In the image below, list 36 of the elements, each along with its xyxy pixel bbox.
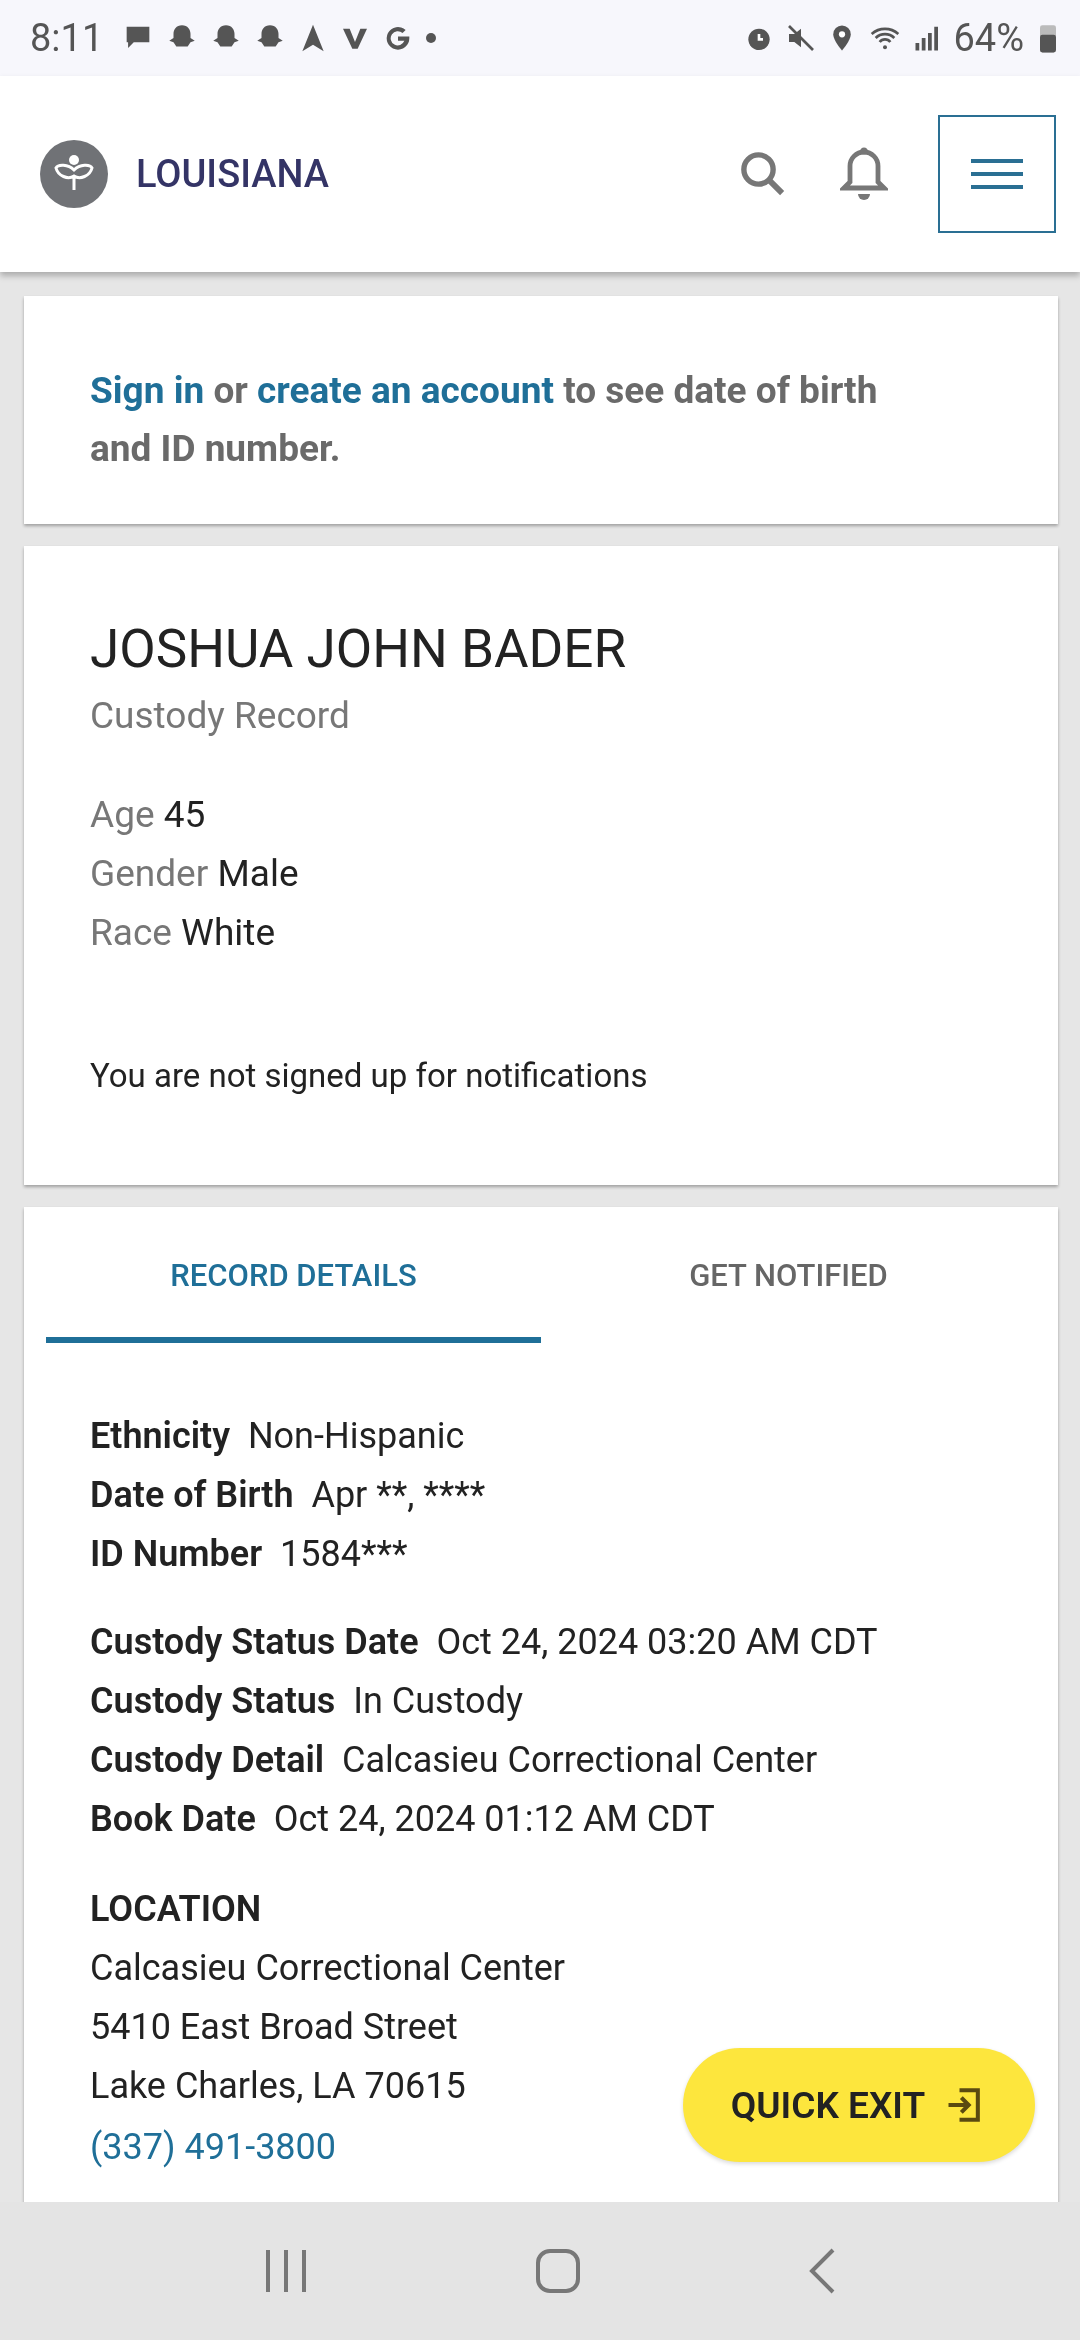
address-line: Lake Charles, LA 70615 [90, 2065, 466, 2107]
detail-row-text: Custody Status In Custody [90, 1680, 524, 1722]
clock-time: 8:11 [30, 16, 104, 60]
home-icon[interactable] [535, 2248, 581, 2294]
record-type: Custody Record [90, 694, 351, 737]
create-account-link[interactable]: create an account [257, 369, 554, 412]
quick-exit-button[interactable]: QUICK EXIT [683, 2048, 1035, 2162]
sign-in-notice: Sign in or create an account to see date of birth and ID number. [90, 368, 879, 472]
detail-row-text: Custody Detail Calcasieu Correctional Center [90, 1739, 819, 1781]
recent-apps-icon[interactable] [263, 2248, 308, 2294]
battery-icon [1038, 22, 1058, 54]
menu-icon [971, 158, 1023, 190]
dot-icon [425, 32, 438, 44]
tab[interactable]: RECORD DETAILS [46, 1207, 541, 1343]
person-name: JOSHUA JOHN BADER [90, 618, 628, 680]
person-fact: Race White [90, 911, 277, 954]
address-line: Calcasieu Correctional Center [90, 1947, 566, 1989]
sign-in-link[interactable]: Sign in [90, 369, 205, 412]
tab[interactable]: GET NOTIFIED [541, 1207, 1036, 1343]
detail-row-text: Book Date Oct 24, 2024 01:12 AM CDT [90, 1798, 716, 1840]
phone-link[interactable]: (337) 491-3800 [90, 2126, 337, 2168]
notification-status: You are not signed up for notifications [90, 1056, 649, 1095]
person-fact: Age 45 [90, 793, 207, 836]
detail-row-text: Ethnicity Non-Hispanic [90, 1415, 466, 1457]
detail-row-text: ID Number 1584*** [90, 1533, 409, 1575]
battery-percent: 64% [953, 16, 1024, 60]
address-line: 5410 East Broad Street [90, 2006, 458, 2048]
person-fact: Gender Male [90, 852, 300, 895]
detail-row-text: Date of Birth Apr **, **** [90, 1474, 487, 1516]
detail-row-text: Custody Status Date Oct 24, 2024 03:20 AM CDT [90, 1621, 879, 1663]
bell-icon[interactable] [840, 145, 888, 203]
brand-name[interactable]: LOUISIANA [136, 152, 329, 196]
menu-button[interactable] [938, 115, 1056, 233]
leaf-logo-icon [40, 140, 108, 208]
back-icon[interactable] [808, 2247, 837, 2295]
location-heading: LOCATION [90, 1888, 262, 1930]
